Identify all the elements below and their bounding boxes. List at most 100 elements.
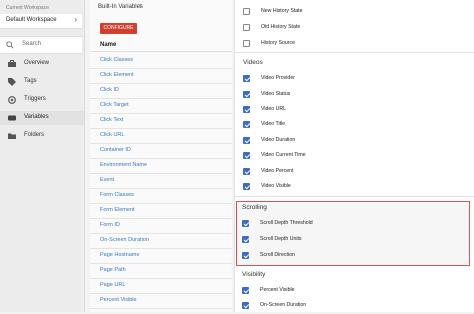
checkbox-label: Scroll Direction	[260, 252, 295, 258]
table-row[interactable]: Click Target	[90, 98, 232, 114]
variable-link[interactable]: Click URL	[100, 132, 124, 138]
nav-label: Overview	[24, 60, 50, 66]
checkbox[interactable]	[242, 236, 249, 243]
help-icon[interactable]: ?	[139, 4, 142, 10]
checkbox[interactable]	[243, 152, 250, 159]
table-row[interactable]: Form Element	[90, 203, 232, 219]
checkbox-label: Video Visible	[261, 183, 291, 189]
configure-button[interactable]: CONFIGURE	[100, 23, 137, 34]
variable-link[interactable]: Click ID	[100, 87, 119, 93]
variable-link[interactable]: Click Element	[100, 72, 134, 78]
table-row[interactable]: Click URL	[90, 128, 232, 144]
variable-link[interactable]: Percent Visible	[100, 297, 137, 303]
checkbox-row[interactable]: Video Title	[235, 118, 474, 133]
table-row[interactable]: On-Screen Duration	[90, 233, 232, 249]
divider	[235, 52, 474, 53]
variable-link[interactable]: Page URL	[100, 282, 125, 288]
checkbox[interactable]	[243, 40, 250, 47]
variable-link[interactable]: Click Classes	[100, 57, 133, 63]
checkbox[interactable]	[243, 106, 250, 113]
checkbox[interactable]	[243, 24, 250, 31]
checkbox-row[interactable]: New History State	[235, 5, 474, 20]
nav-item-folders[interactable]: Folders	[0, 129, 84, 143]
table-row[interactable]: Form ID	[90, 218, 232, 234]
checkbox-label: Video Percent	[261, 168, 294, 174]
nav-item-overview[interactable]: Overview	[0, 57, 84, 71]
checkbox-label: Percent Visible	[260, 287, 295, 293]
table-row[interactable]: Container ID	[90, 143, 232, 159]
table-row[interactable]: Click ID	[90, 83, 232, 99]
table-row[interactable]: Click Classes	[90, 53, 232, 69]
checkbox-row[interactable]: Video Duration	[235, 134, 474, 149]
table-row[interactable]: Page Path	[90, 263, 232, 279]
checkbox-row[interactable]: Video Status	[235, 88, 474, 103]
checkbox-row[interactable]: Video Current Time	[235, 149, 474, 164]
checkbox-label: Video Title	[261, 121, 286, 127]
checkbox[interactable]	[243, 8, 250, 15]
table-row[interactable]: Click Text	[90, 113, 232, 129]
checkbox[interactable]	[243, 137, 250, 144]
checkbox-row[interactable]: Video Percent	[235, 165, 474, 180]
variable-link[interactable]: Form Element	[100, 207, 135, 213]
checkbox-row[interactable]: Video Provider	[235, 72, 474, 87]
table-row[interactable]: Form Classes	[90, 188, 232, 204]
variable-link[interactable]: Click Text	[100, 117, 123, 123]
nav-item-variables[interactable]: Variables	[0, 111, 84, 125]
checkbox[interactable]	[242, 252, 249, 259]
variable-link[interactable]: Environment Name	[100, 162, 147, 168]
checkbox-row[interactable]: Old History State	[235, 21, 474, 36]
folder-icon	[8, 133, 16, 139]
nav-item-triggers[interactable]: Triggers	[0, 93, 84, 107]
nav-label: Tags	[24, 78, 37, 84]
checkbox-row[interactable]: Percent Visible	[234, 284, 474, 299]
checkbox-row[interactable]: Video Visible	[235, 180, 474, 195]
checkbox-label: Video Status	[261, 91, 291, 97]
checkbox[interactable]	[243, 183, 250, 190]
table-row[interactable]: Click Element	[90, 68, 232, 84]
variable-link[interactable]: Event	[100, 177, 114, 183]
table-row[interactable]: Page Hostname	[90, 248, 232, 264]
checkbox-label: Scroll Depth Units	[260, 236, 302, 242]
variable-link[interactable]: Page Hostname	[100, 252, 139, 258]
nav-item-tags[interactable]: Tags	[0, 75, 84, 89]
variable-link[interactable]: Form ID	[100, 222, 120, 228]
checkbox[interactable]	[242, 302, 249, 309]
column-header-name[interactable]: Name	[100, 42, 116, 48]
variables-icon	[8, 115, 16, 121]
list-header: Built-In Variables ?	[90, 0, 232, 14]
list-title: Built-In Variables	[98, 4, 143, 10]
variable-link[interactable]: On-Screen Duration	[100, 237, 149, 243]
checkbox-row[interactable]: Video URL	[235, 103, 474, 118]
checkbox[interactable]	[243, 91, 250, 98]
table-row[interactable]: Page URL	[90, 278, 232, 294]
checkbox[interactable]	[243, 168, 250, 175]
variable-link[interactable]: Click Target	[100, 102, 129, 108]
table-row[interactable]: Environment Name	[90, 158, 232, 174]
divider	[90, 51, 232, 52]
workspace-selector[interactable]: Default Workspace ›	[0, 14, 82, 29]
sidebar: Current Workspace Default Workspace › Se…	[0, 0, 85, 312]
checkbox[interactable]	[243, 121, 250, 128]
search-box[interactable]: Search	[0, 36, 82, 54]
checkbox-row[interactable]: History Source	[235, 37, 474, 52]
checkbox-label: History Source	[261, 40, 296, 46]
table-row[interactable]: Percent Visible	[90, 293, 232, 309]
table-row[interactable]: Event	[90, 173, 232, 189]
checkbox-label: Video URL	[261, 106, 286, 112]
divider	[235, 196, 474, 197]
checkbox-row[interactable]: Scroll Depth Threshold	[234, 217, 474, 232]
checkbox[interactable]	[242, 220, 249, 227]
checkbox[interactable]	[242, 287, 249, 294]
section-title-visibility: Visibility	[242, 271, 266, 278]
nav-label: Triggers	[24, 96, 46, 102]
search-placeholder: Search	[22, 41, 42, 47]
chevron-right-icon: ›	[74, 15, 77, 24]
checkbox[interactable]	[243, 75, 250, 82]
checkbox-label: On-Screen Duration	[260, 302, 307, 308]
variable-link[interactable]: Page Path	[100, 267, 126, 273]
variable-link[interactable]: Form Classes	[100, 192, 134, 198]
nav-label: Variables	[24, 114, 49, 120]
variable-link[interactable]: Container ID	[100, 147, 131, 153]
checkbox-row[interactable]: Scroll Direction	[234, 249, 474, 264]
checkbox-row[interactable]: Scroll Depth Units	[234, 233, 474, 248]
